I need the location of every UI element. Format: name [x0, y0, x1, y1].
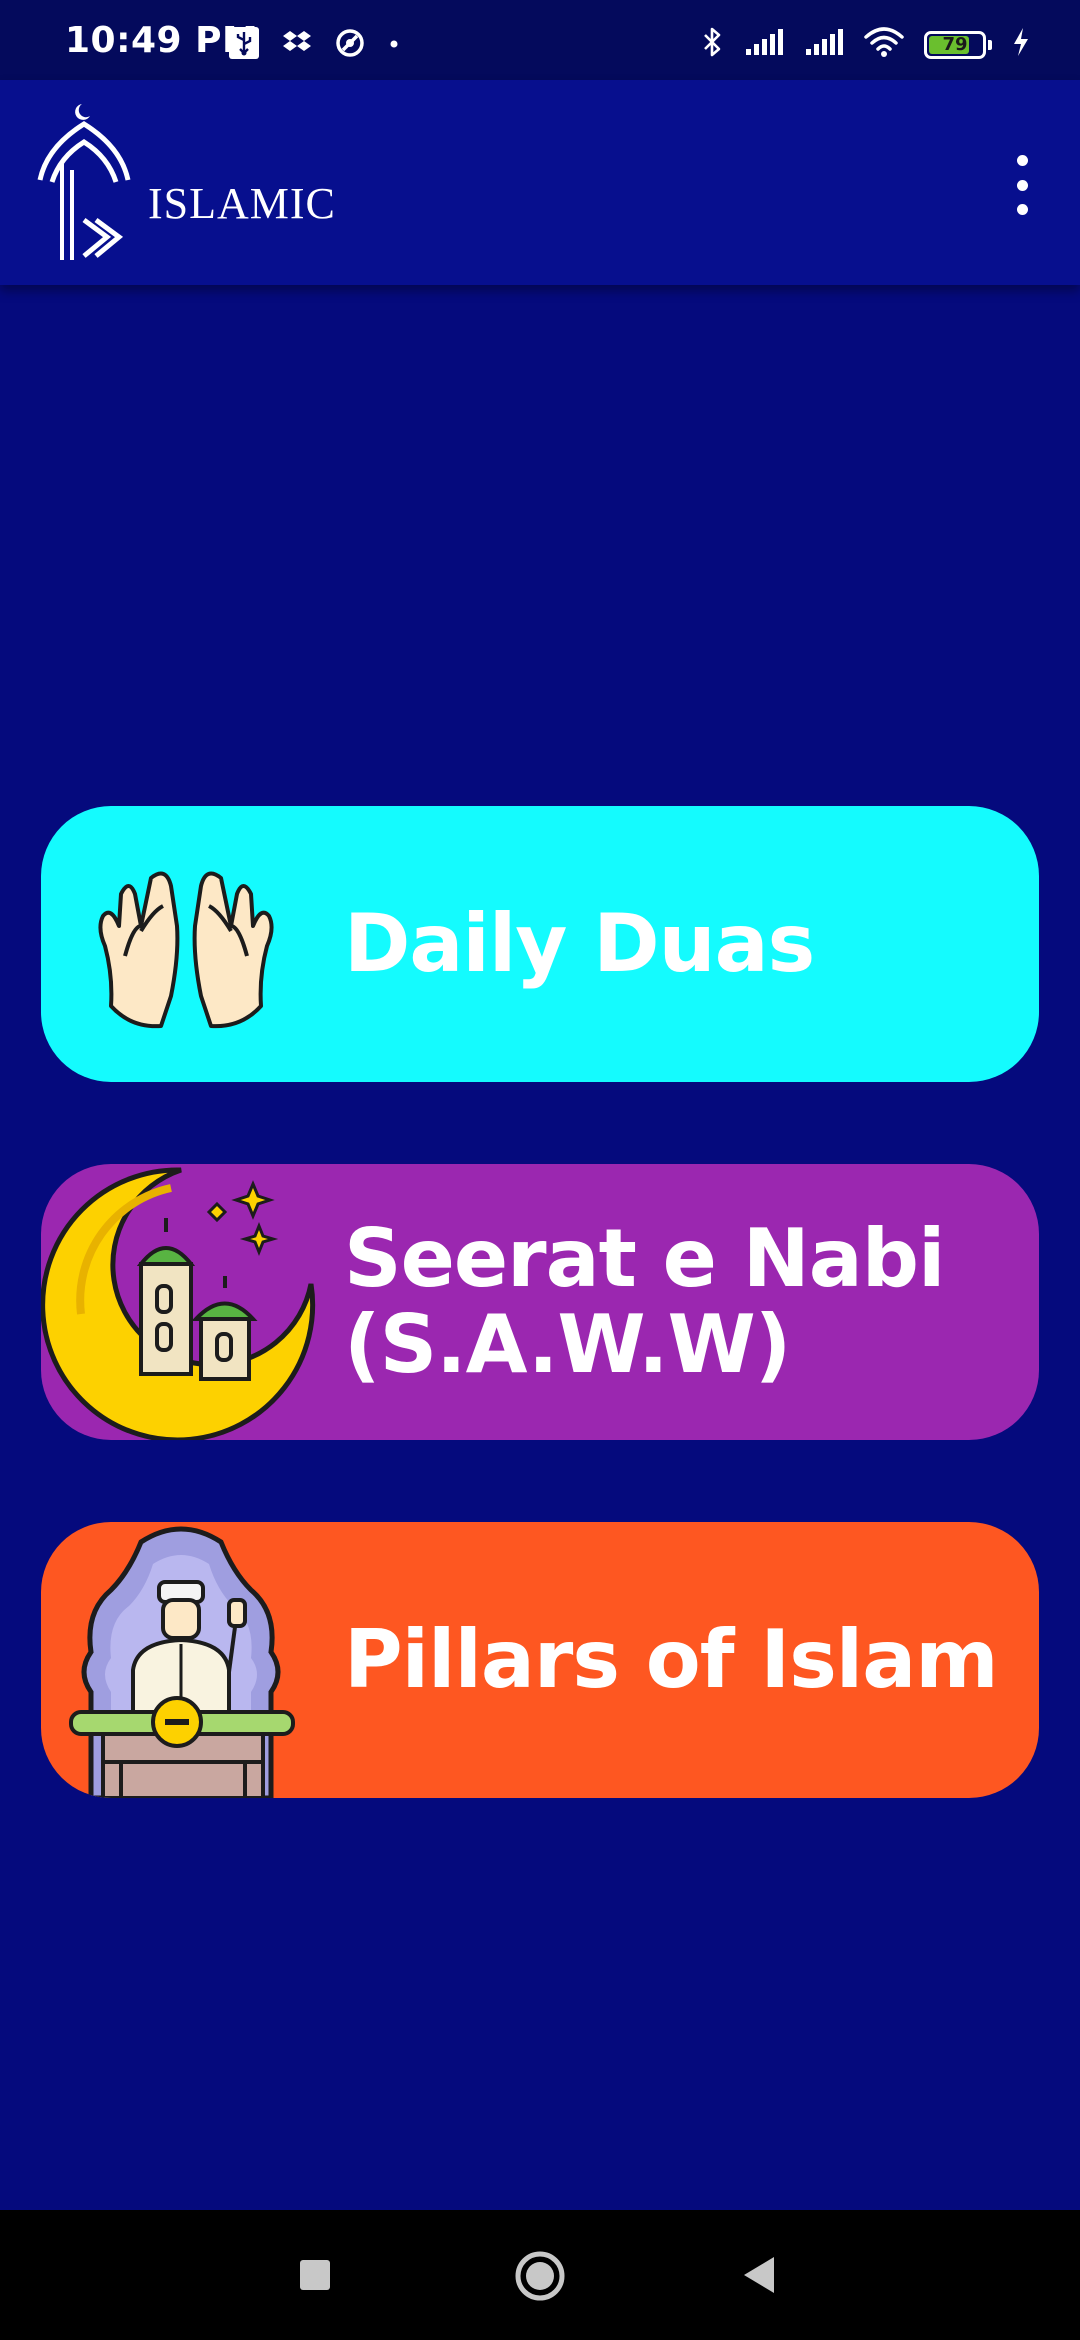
charging-bolt-icon	[1012, 27, 1030, 62]
signal-icon	[804, 27, 844, 62]
back-icon[interactable]	[742, 2255, 778, 2300]
mosque-logo-icon	[32, 102, 142, 267]
status-left-icons	[228, 26, 400, 65]
data-saver-icon	[334, 27, 366, 64]
battery-cap	[988, 39, 992, 50]
battery-indicator: 79	[924, 30, 992, 59]
seerat-e-nabi-label: Seerat e Nabi (S.A.W.W)	[344, 1211, 945, 1391]
praying-hands-icon	[41, 806, 331, 1082]
status-bar: 10:49 PM 79	[0, 0, 1080, 80]
home-icon[interactable]	[514, 2250, 566, 2307]
battery-icon: 79	[924, 30, 986, 59]
signal-icon	[744, 27, 784, 62]
more-vert-dot	[1016, 204, 1028, 215]
dropbox-icon	[282, 28, 312, 63]
bluetooth-icon	[700, 26, 724, 63]
more-vert-dot	[1016, 179, 1028, 191]
battery-level: 79	[942, 34, 968, 55]
imam-minbar-icon	[41, 1522, 331, 1798]
more-options-button[interactable]	[1004, 155, 1040, 215]
pillars-of-islam-button[interactable]: Pillars of Islam	[41, 1522, 1039, 1798]
seerat-e-nabi-button[interactable]: Seerat e Nabi (S.A.W.W)	[41, 1164, 1039, 1440]
daily-duas-label: Daily Duas	[344, 896, 815, 990]
pillars-of-islam-label: Pillars of Islam	[344, 1612, 999, 1706]
notification-dot-icon	[388, 37, 400, 55]
wifi-icon	[864, 26, 904, 63]
crescent-mosque-icon	[41, 1164, 331, 1440]
recents-icon[interactable]	[298, 2258, 332, 2297]
daily-duas-button[interactable]: Daily Duas	[41, 806, 1039, 1082]
more-vert-icon	[1016, 155, 1028, 166]
navigation-bar	[0, 2210, 1080, 2340]
status-right-icons: 79	[700, 26, 1030, 63]
app-title: ISLAMIC	[148, 179, 336, 228]
usb-icon	[228, 26, 260, 65]
app-bar: ISLAMIC	[0, 80, 1080, 285]
